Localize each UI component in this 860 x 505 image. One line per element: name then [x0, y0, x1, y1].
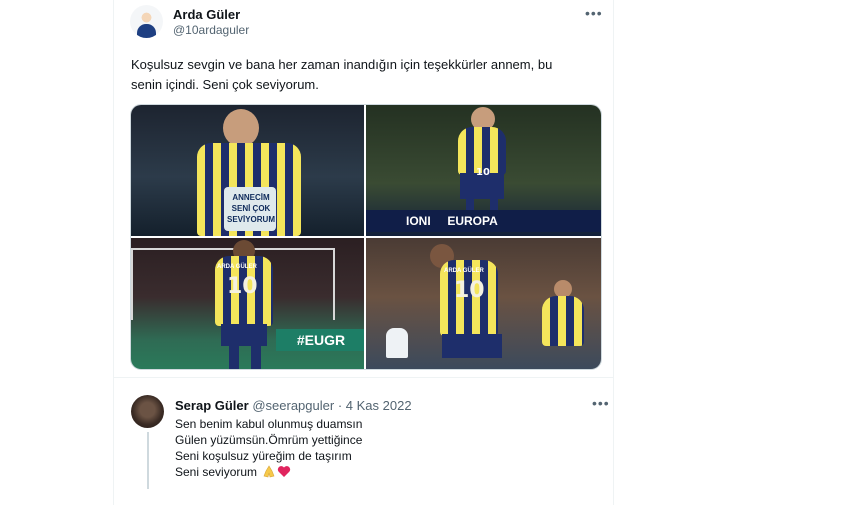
shirt-number: 10: [227, 274, 258, 299]
tweet-text-line: Koşulsuz sevgin ve bana her zaman inandı…: [131, 57, 553, 72]
photo-4[interactable]: ARDA GÜLER 10: [366, 238, 601, 369]
reply-author-handle[interactable]: @seerapguler: [252, 398, 334, 413]
player-leg: [251, 346, 261, 369]
tweet-text: Koşulsuz sevgin ve bana her zaman inandı…: [131, 55, 591, 95]
more-options-icon[interactable]: •••: [592, 395, 610, 411]
reply-text-line: Seni seviyorum: [175, 464, 362, 480]
thread-line: [147, 432, 149, 489]
reply-author-name[interactable]: Serap Güler: [175, 398, 249, 413]
reply-header: Serap Güler @seerapguler · 4 Kas 2022: [175, 398, 412, 413]
tweet-text-line: senin içindi. Seni çok seviyorum.: [131, 77, 319, 92]
opponent-player: [386, 328, 408, 358]
shirt-name: ARDA GÜLER: [444, 268, 484, 274]
player-leg: [229, 346, 239, 369]
folded-hands-emoji-icon: [263, 465, 275, 478]
reply-text-line: Seni koşulsuz yüreğim de taşırım: [175, 449, 352, 463]
author-avatar[interactable]: [130, 5, 163, 38]
shirt-number: 10: [454, 278, 485, 303]
reply-author-avatar[interactable]: [131, 395, 164, 428]
teammate-shirt: [542, 296, 584, 346]
red-heart-emoji-icon: [277, 466, 291, 477]
media-grid: ANNECİM SENİ ÇOK SEVİYORUM 10 IONI EUROP…: [130, 104, 602, 370]
more-options-icon[interactable]: •••: [585, 5, 603, 21]
main-tweet[interactable]: Arda Güler @10ardaguler ••• Koşulsuz sev…: [114, 0, 613, 378]
author-display-name[interactable]: Arda Güler: [173, 7, 240, 22]
reply-text: Sen benim kabul olunmuş duamsın Gülen yü…: [175, 416, 362, 480]
author-handle[interactable]: @10ardaguler: [173, 23, 249, 37]
photo-1[interactable]: ANNECİM SENİ ÇOK SEVİYORUM: [131, 105, 364, 236]
reply-text-line: Sen benim kabul olunmuş duamsın: [175, 417, 363, 431]
reply-tweet[interactable]: Serap Güler @seerapguler · 4 Kas 2022 ••…: [114, 378, 613, 505]
timeline-column: Arda Güler @10ardaguler ••• Koşulsuz sev…: [113, 0, 614, 505]
reply-text-line: Gülen yüzümsün.Ömrüm yettiğince: [175, 433, 363, 447]
player-head: [223, 109, 259, 147]
photo-2[interactable]: 10 IONI EUROPA: [366, 105, 601, 236]
shirt-name: ARDA GÜLER: [217, 264, 257, 270]
eugr-banner: #EUGR: [276, 329, 364, 351]
photo-3[interactable]: ARDA GÜLER 10 #EUGR: [131, 238, 364, 369]
separator-dot: ·: [337, 398, 343, 413]
undershirt-message: ANNECİM SENİ ÇOK SEVİYORUM: [226, 193, 275, 224]
player-shorts: [221, 324, 267, 346]
player-shorts: [442, 334, 502, 358]
reply-date[interactable]: 4 Kas 2022: [346, 398, 412, 413]
europa-banner: IONI EUROPA: [366, 210, 601, 232]
shirt-number: 10: [476, 167, 490, 178]
